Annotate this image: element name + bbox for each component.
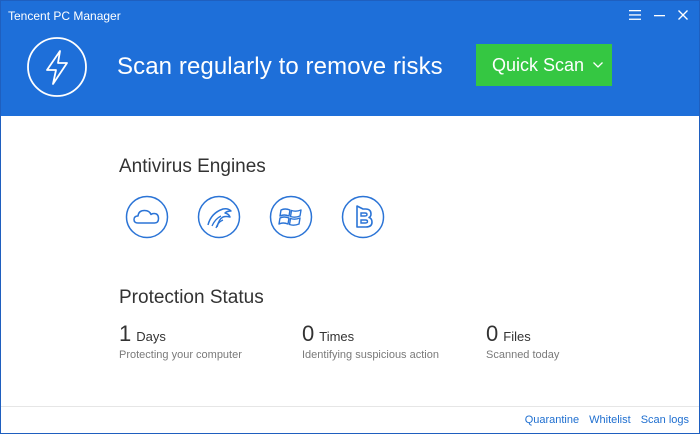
app-title: Tencent PC Manager bbox=[8, 9, 121, 23]
menu-button[interactable] bbox=[625, 4, 645, 26]
close-button[interactable] bbox=[673, 4, 693, 26]
stat-days-value: 1 bbox=[119, 321, 132, 346]
engine-windows[interactable] bbox=[269, 195, 313, 239]
app-window: Tencent PC Manager Scan regularly to rem… bbox=[0, 0, 700, 434]
footer-links: Quarantine Whitelist Scan logs bbox=[525, 414, 689, 426]
hamburger-menu-icon bbox=[629, 10, 641, 20]
stat-times-desc: Identifying suspicious action bbox=[302, 349, 439, 361]
stat-files: 0 Files Scanned today bbox=[486, 321, 559, 361]
chevron-down-icon bbox=[593, 62, 603, 68]
stat-days: 1 Days Protecting your computer bbox=[119, 321, 242, 361]
stat-days-desc: Protecting your computer bbox=[119, 349, 242, 361]
windows-icon bbox=[269, 195, 313, 239]
stat-times-unit: Times bbox=[319, 329, 355, 344]
whitelist-link[interactable]: Whitelist bbox=[589, 414, 631, 426]
stat-files-desc: Scanned today bbox=[486, 349, 560, 361]
engine-cloud[interactable] bbox=[125, 195, 169, 239]
scan-options-dropdown[interactable] bbox=[584, 44, 612, 86]
quarantine-link[interactable]: Quarantine bbox=[525, 414, 579, 426]
stat-files-value: 0 bbox=[486, 321, 499, 346]
bitdefender-b-icon bbox=[341, 195, 385, 239]
antivirus-engines-title: Antivirus Engines bbox=[119, 156, 266, 177]
close-icon bbox=[678, 10, 688, 20]
stat-times-value: 0 bbox=[302, 321, 315, 346]
footer-divider bbox=[1, 406, 699, 407]
quick-scan-label: Quick Scan bbox=[492, 55, 585, 75]
window-controls bbox=[625, 4, 693, 26]
cloud-icon bbox=[125, 195, 169, 239]
stat-days-unit: Days bbox=[136, 329, 166, 344]
minimize-button[interactable] bbox=[649, 4, 669, 26]
minimize-icon bbox=[653, 15, 665, 17]
quick-scan-button[interactable]: Quick Scan bbox=[476, 44, 612, 86]
engine-bitdefender[interactable] bbox=[341, 195, 385, 239]
headline-text: Scan regularly to remove risks bbox=[117, 53, 443, 80]
header-banner: Tencent PC Manager Scan regularly to rem… bbox=[1, 1, 699, 116]
lightning-bolt-icon bbox=[27, 37, 87, 97]
stat-times: 0 Times Identifying suspicious action bbox=[302, 321, 439, 361]
stat-files-unit: Files bbox=[503, 329, 531, 344]
protection-status-title: Protection Status bbox=[119, 287, 264, 308]
scan-logs-link[interactable]: Scan logs bbox=[641, 414, 689, 426]
engine-eagle[interactable] bbox=[197, 195, 241, 239]
eagle-icon bbox=[197, 195, 241, 239]
